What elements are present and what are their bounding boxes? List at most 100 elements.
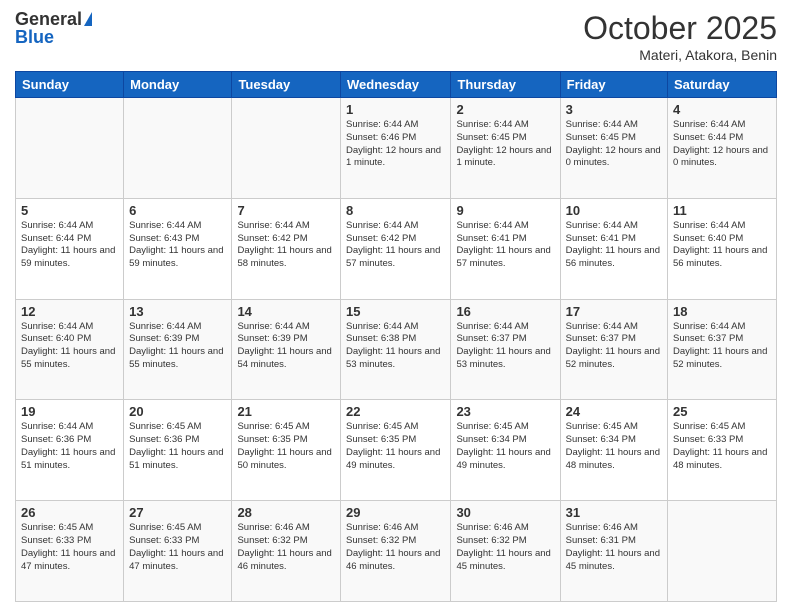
day-number: 27: [129, 505, 226, 520]
day-info: Sunrise: 6:44 AM Sunset: 6:36 PM Dayligh…: [21, 421, 118, 472]
calendar-cell: 7Sunrise: 6:44 AM Sunset: 6:42 PM Daylig…: [232, 198, 341, 299]
page: General Blue October 2025 Materi, Atakor…: [0, 0, 792, 612]
day-number: 11: [673, 203, 771, 218]
day-number: 19: [21, 404, 118, 419]
day-number: 30: [456, 505, 554, 520]
day-info: Sunrise: 6:44 AM Sunset: 6:37 PM Dayligh…: [456, 321, 554, 372]
calendar-cell: 14 Sunrise: 6:44 AM Sunset: 6:39 PM Dayli…: [232, 299, 341, 400]
day-info: Sunrise: 6:45 AM Sunset: 6:33 PM Dayligh…: [129, 522, 226, 573]
day-number: 4: [673, 102, 771, 117]
calendar-cell: 2Sunrise: 6:44 AM Sunset: 6:45 PM Daylig…: [451, 98, 560, 199]
day-number: 28: [237, 505, 335, 520]
day-info: Sunrise: 6:45 AM Sunset: 6:35 PM Dayligh…: [237, 421, 335, 472]
day-info: Sunrise: 6:44 AM Sunset: 6:44 PM Dayligh…: [21, 220, 118, 271]
calendar-header-row: SundayMondayTuesdayWednesdayThursdayFrid…: [16, 72, 777, 98]
day-number: 16: [456, 304, 554, 319]
day-info: Sunrise: 6:44 AM Sunset: 6:37 PM Dayligh…: [673, 321, 771, 372]
day-info: Sunrise: 6:44 AM Sunset: 6:39 PM Dayligh…: [129, 321, 226, 372]
logo: General Blue: [15, 10, 92, 46]
day-number: 29: [346, 505, 445, 520]
calendar-cell: [124, 98, 232, 199]
day-of-week-header: Wednesday: [341, 72, 451, 98]
logo-general-text: General: [15, 10, 82, 28]
day-info: Sunrise: 6:45 AM Sunset: 6:33 PM Dayligh…: [673, 421, 771, 472]
calendar-cell: 11 Sunrise: 6:44 AM Sunset: 6:40 PM Dayli…: [668, 198, 777, 299]
day-info: Sunrise: 6:44 AM Sunset: 6:42 PM Dayligh…: [346, 220, 445, 271]
day-info: Sunrise: 6:46 AM Sunset: 6:32 PM Dayligh…: [346, 522, 445, 573]
day-number: 13: [129, 304, 226, 319]
calendar-cell: 17Sunrise: 6:44 AM Sunset: 6:37 PM Dayli…: [560, 299, 667, 400]
day-info: Sunrise: 6:45 AM Sunset: 6:36 PM Dayligh…: [129, 421, 226, 472]
day-of-week-header: Saturday: [668, 72, 777, 98]
calendar-cell: 4Sunrise: 6:44 AM Sunset: 6:44 PM Daylig…: [668, 98, 777, 199]
day-info: Sunrise: 6:44 AM Sunset: 6:39 PM Dayligh…: [237, 321, 335, 372]
title-block: October 2025 Materi, Atakora, Benin: [583, 10, 777, 63]
day-info: Sunrise: 6:44 AM Sunset: 6:43 PM Dayligh…: [129, 220, 226, 271]
day-number: 12: [21, 304, 118, 319]
day-number: 5: [21, 203, 118, 218]
logo-triangle-icon: [84, 12, 92, 26]
day-info: Sunrise: 6:44 AM Sunset: 6:38 PM Dayligh…: [346, 321, 445, 372]
calendar-cell: 26 Sunrise: 6:45 AM Sunset: 6:33 PM Dayli…: [16, 501, 124, 602]
day-number: 23: [456, 404, 554, 419]
calendar-cell: [668, 501, 777, 602]
calendar-cell: 27 Sunrise: 6:45 AM Sunset: 6:33 PM Dayli…: [124, 501, 232, 602]
day-info: Sunrise: 6:44 AM Sunset: 6:40 PM Dayligh…: [21, 321, 118, 372]
day-info: Sunrise: 6:44 AM Sunset: 6:40 PM Dayligh…: [673, 220, 771, 271]
day-of-week-header: Friday: [560, 72, 667, 98]
calendar-cell: [232, 98, 341, 199]
calendar-cell: 28Sunrise: 6:46 AM Sunset: 6:32 PM Dayli…: [232, 501, 341, 602]
day-number: 3: [566, 102, 662, 117]
calendar-cell: 13 Sunrise: 6:44 AM Sunset: 6:39 PM Dayli…: [124, 299, 232, 400]
calendar-cell: 29 Sunrise: 6:46 AM Sunset: 6:32 PM Dayli…: [341, 501, 451, 602]
day-info: Sunrise: 6:44 AM Sunset: 6:41 PM Dayligh…: [456, 220, 554, 271]
calendar-cell: 6 Sunrise: 6:44 AM Sunset: 6:43 PM Daylig…: [124, 198, 232, 299]
calendar-subtitle: Materi, Atakora, Benin: [583, 47, 777, 63]
calendar-cell: 12 Sunrise: 6:44 AM Sunset: 6:40 PM Dayli…: [16, 299, 124, 400]
calendar-cell: 16 Sunrise: 6:44 AM Sunset: 6:37 PM Dayli…: [451, 299, 560, 400]
day-of-week-header: Thursday: [451, 72, 560, 98]
calendar-table: SundayMondayTuesdayWednesdayThursdayFrid…: [15, 71, 777, 602]
calendar-week-row: 5 Sunrise: 6:44 AM Sunset: 6:44 PM Daylig…: [16, 198, 777, 299]
day-info: Sunrise: 6:45 AM Sunset: 6:34 PM Dayligh…: [566, 421, 662, 472]
day-number: 26: [21, 505, 118, 520]
day-info: Sunrise: 6:46 AM Sunset: 6:31 PM Dayligh…: [566, 522, 662, 573]
day-info: Sunrise: 6:44 AM Sunset: 6:45 PM Dayligh…: [566, 119, 662, 170]
calendar-cell: 9 Sunrise: 6:44 AM Sunset: 6:41 PM Daylig…: [451, 198, 560, 299]
calendar-cell: 31 Sunrise: 6:46 AM Sunset: 6:31 PM Dayli…: [560, 501, 667, 602]
calendar-week-row: 1Sunrise: 6:44 AM Sunset: 6:46 PM Daylig…: [16, 98, 777, 199]
day-number: 20: [129, 404, 226, 419]
calendar-cell: 23 Sunrise: 6:45 AM Sunset: 6:34 PM Dayli…: [451, 400, 560, 501]
day-number: 31: [566, 505, 662, 520]
day-number: 22: [346, 404, 445, 419]
header: General Blue October 2025 Materi, Atakor…: [15, 10, 777, 63]
day-number: 6: [129, 203, 226, 218]
day-info: Sunrise: 6:45 AM Sunset: 6:34 PM Dayligh…: [456, 421, 554, 472]
calendar-cell: 30 Sunrise: 6:46 AM Sunset: 6:32 PM Dayli…: [451, 501, 560, 602]
calendar-cell: 8 Sunrise: 6:44 AM Sunset: 6:42 PM Daylig…: [341, 198, 451, 299]
calendar-cell: 24 Sunrise: 6:45 AM Sunset: 6:34 PM Dayli…: [560, 400, 667, 501]
day-info: Sunrise: 6:46 AM Sunset: 6:32 PM Dayligh…: [456, 522, 554, 573]
calendar-week-row: 19 Sunrise: 6:44 AM Sunset: 6:36 PM Dayli…: [16, 400, 777, 501]
day-number: 14: [237, 304, 335, 319]
day-number: 7: [237, 203, 335, 218]
day-number: 15: [346, 304, 445, 319]
day-of-week-header: Sunday: [16, 72, 124, 98]
calendar-cell: 21Sunrise: 6:45 AM Sunset: 6:35 PM Dayli…: [232, 400, 341, 501]
calendar-cell: 3 Sunrise: 6:44 AM Sunset: 6:45 PM Daylig…: [560, 98, 667, 199]
calendar-cell: 19 Sunrise: 6:44 AM Sunset: 6:36 PM Dayli…: [16, 400, 124, 501]
day-number: 9: [456, 203, 554, 218]
day-number: 24: [566, 404, 662, 419]
calendar-cell: 10 Sunrise: 6:44 AM Sunset: 6:41 PM Dayli…: [560, 198, 667, 299]
day-of-week-header: Monday: [124, 72, 232, 98]
day-number: 8: [346, 203, 445, 218]
day-info: Sunrise: 6:44 AM Sunset: 6:45 PM Dayligh…: [456, 119, 554, 170]
day-number: 10: [566, 203, 662, 218]
day-number: 17: [566, 304, 662, 319]
day-number: 25: [673, 404, 771, 419]
logo-blue-text: Blue: [15, 28, 92, 46]
day-info: Sunrise: 6:44 AM Sunset: 6:41 PM Dayligh…: [566, 220, 662, 271]
calendar-cell: 22Sunrise: 6:45 AM Sunset: 6:35 PM Dayli…: [341, 400, 451, 501]
day-info: Sunrise: 6:45 AM Sunset: 6:33 PM Dayligh…: [21, 522, 118, 573]
calendar-cell: 20 Sunrise: 6:45 AM Sunset: 6:36 PM Dayli…: [124, 400, 232, 501]
